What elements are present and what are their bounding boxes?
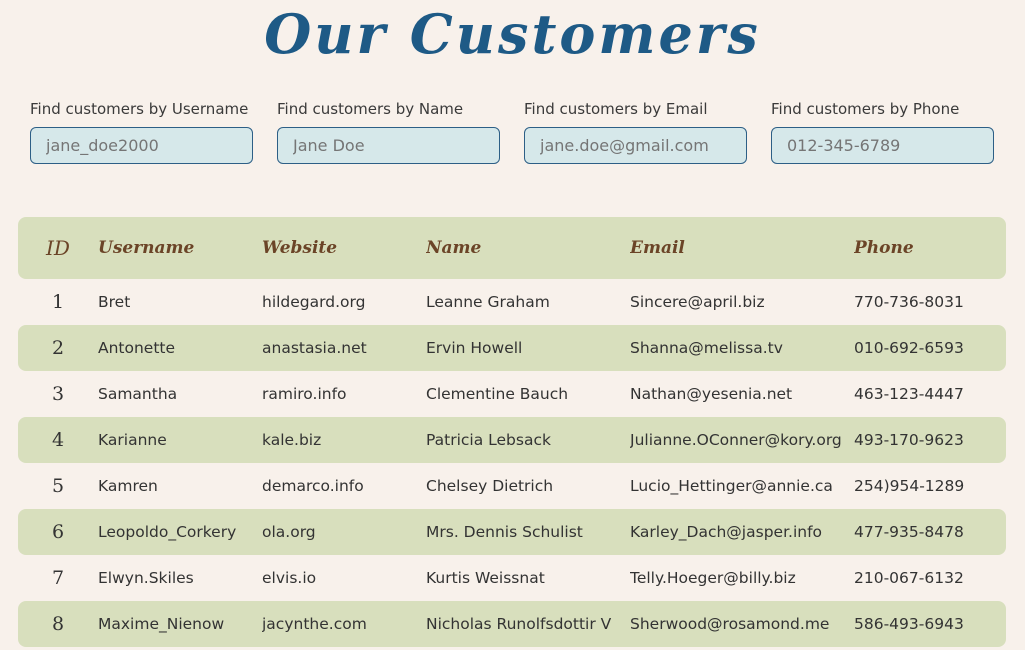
cell-username: Maxime_Nienow bbox=[98, 615, 225, 633]
cell-phone: 010-692-6593 bbox=[854, 339, 964, 357]
filter-email: Find customers by Email bbox=[524, 100, 747, 164]
cell-id: 4 bbox=[51, 429, 65, 451]
cell-id: 6 bbox=[51, 521, 65, 543]
filter-name: Find customers by Name bbox=[277, 100, 500, 164]
table-row: 2 Antonette anastasia.net Ervin Howell S… bbox=[18, 325, 1006, 371]
header-phone: Phone bbox=[854, 238, 914, 258]
header-website: Website bbox=[262, 238, 338, 258]
table-header: ID Username Website Name Email Phone bbox=[18, 217, 1006, 279]
email-search-input[interactable] bbox=[524, 127, 747, 164]
cell-email: Nathan@yesenia.net bbox=[630, 385, 793, 403]
filter-phone-label: Find customers by Phone bbox=[771, 100, 960, 118]
cell-name: Ervin Howell bbox=[426, 339, 523, 357]
cell-phone: 493-170-9623 bbox=[854, 431, 964, 449]
cell-website: jacynthe.com bbox=[262, 615, 367, 633]
cell-phone: 586-493-6943 bbox=[854, 615, 964, 633]
filter-username: Find customers by Username bbox=[30, 100, 253, 164]
cell-email: Sincere@april.biz bbox=[630, 293, 765, 311]
filter-username-label: Find customers by Username bbox=[30, 100, 249, 118]
table-row: 1 Bret hildegard.org Leanne Graham Since… bbox=[18, 279, 1006, 325]
cell-name: Patricia Lebsack bbox=[426, 431, 551, 449]
cell-phone: 477-935-8478 bbox=[854, 523, 964, 541]
cell-phone: 210-067-6132 bbox=[854, 569, 964, 587]
name-search-input[interactable] bbox=[277, 127, 500, 164]
cell-email: Lucio_Hettinger@annie.ca bbox=[630, 477, 833, 495]
filter-bar: Find customers by Username Find customer… bbox=[30, 100, 996, 164]
cell-email: Sherwood@rosamond.me bbox=[630, 615, 830, 633]
table-row: 4 Karianne kale.biz Patricia Lebsack Jul… bbox=[18, 417, 1006, 463]
cell-id: 5 bbox=[51, 475, 65, 497]
cell-id: 7 bbox=[51, 567, 65, 589]
cell-username: Antonette bbox=[98, 339, 176, 357]
cell-username: Leopoldo_Corkery bbox=[98, 523, 237, 541]
cell-website: anastasia.net bbox=[262, 339, 367, 357]
cell-username: Bret bbox=[98, 293, 131, 311]
cell-phone: 770-736-8031 bbox=[854, 293, 964, 311]
table-row: 5 Kamren demarco.info Chelsey Dietrich L… bbox=[18, 463, 1006, 509]
table-row: 3 Samantha ramiro.info Clementine Bauch … bbox=[18, 371, 1006, 417]
cell-website: hildegard.org bbox=[262, 293, 366, 311]
cell-id: 1 bbox=[51, 291, 65, 313]
table-row: 7 Elwyn.Skiles elvis.io Kurtis Weissnat … bbox=[18, 555, 1006, 601]
header-email: Email bbox=[630, 238, 685, 258]
cell-website: kale.biz bbox=[262, 431, 322, 449]
cell-username: Elwyn.Skiles bbox=[98, 569, 194, 587]
customers-table: ID Username Website Name Email Phone 1 B… bbox=[18, 217, 1006, 647]
cell-website: demarco.info bbox=[262, 477, 364, 495]
username-search-input[interactable] bbox=[30, 127, 253, 164]
table-row: 6 Leopoldo_Corkery ola.org Mrs. Dennis S… bbox=[18, 509, 1006, 555]
filter-name-label: Find customers by Name bbox=[277, 100, 464, 118]
cell-id: 3 bbox=[51, 383, 65, 405]
cell-name: Kurtis Weissnat bbox=[426, 569, 545, 587]
cell-email: Telly.Hoeger@billy.biz bbox=[630, 569, 796, 587]
page-title: Our Customers bbox=[264, 2, 761, 66]
cell-website: ramiro.info bbox=[262, 385, 347, 403]
cell-email: Shanna@melissa.tv bbox=[630, 339, 783, 357]
header-id: ID bbox=[46, 236, 70, 260]
cell-name: Clementine Bauch bbox=[426, 385, 569, 403]
filter-email-label: Find customers by Email bbox=[524, 100, 708, 118]
cell-id: 8 bbox=[51, 613, 65, 635]
header-name: Name bbox=[426, 238, 482, 258]
cell-username: Karianne bbox=[98, 431, 167, 449]
cell-website: elvis.io bbox=[262, 569, 317, 587]
cell-name: Leanne Graham bbox=[426, 293, 550, 311]
filter-phone: Find customers by Phone bbox=[771, 100, 994, 164]
phone-search-input[interactable] bbox=[771, 127, 994, 164]
cell-phone: 463-123-4447 bbox=[854, 385, 964, 403]
cell-name: Nicholas Runolfsdottir V bbox=[426, 615, 612, 633]
table-row: 8 Maxime_Nienow jacynthe.com Nicholas Ru… bbox=[18, 601, 1006, 647]
cell-email: Julianne.OConner@kory.org bbox=[630, 431, 842, 449]
cell-website: ola.org bbox=[262, 523, 316, 541]
cell-name: Chelsey Dietrich bbox=[426, 477, 554, 495]
cell-phone: 254)954-1289 bbox=[854, 477, 965, 495]
cell-name: Mrs. Dennis Schulist bbox=[426, 523, 583, 541]
cell-email: Karley_Dach@jasper.info bbox=[630, 523, 823, 541]
cell-username: Kamren bbox=[98, 477, 158, 495]
cell-id: 2 bbox=[51, 337, 65, 359]
header-username: Username bbox=[98, 238, 195, 258]
cell-username: Samantha bbox=[98, 385, 178, 403]
